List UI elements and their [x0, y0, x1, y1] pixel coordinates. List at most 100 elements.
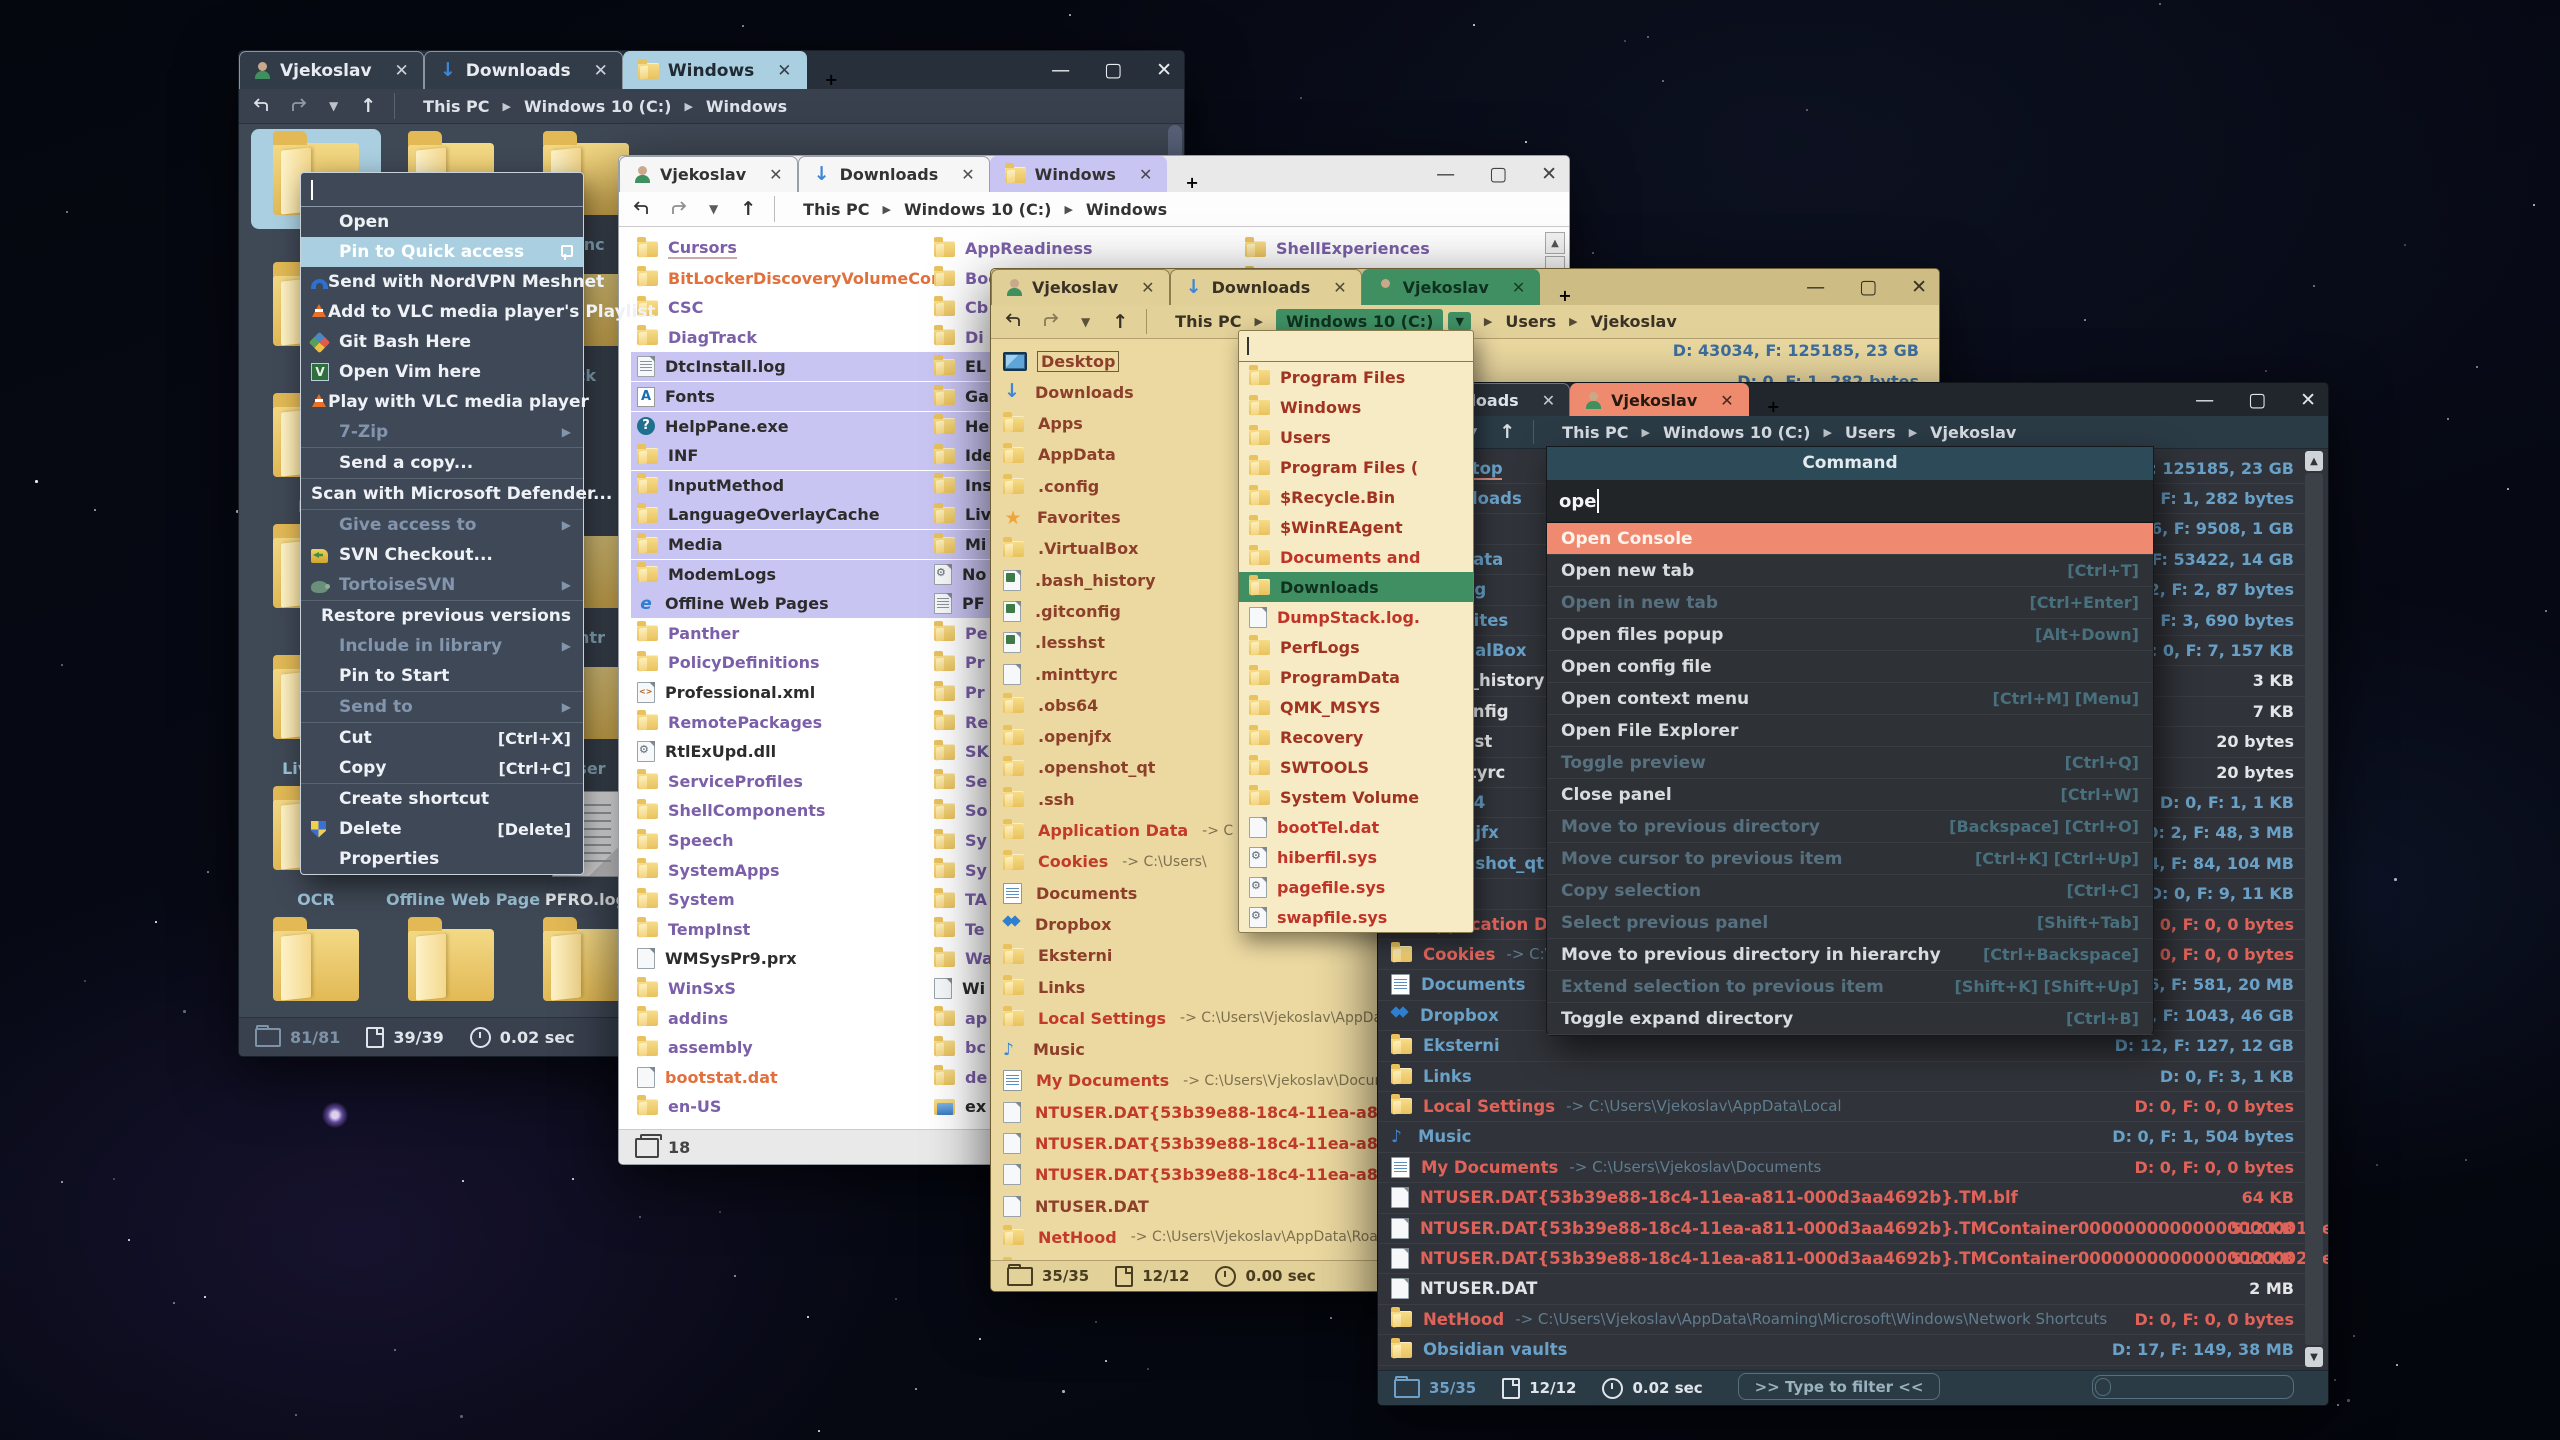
- tab-vjekoslav[interactable]: Vjekoslav✕: [1362, 269, 1541, 305]
- file-row-remotepackages[interactable]: RemotePackages: [631, 708, 937, 737]
- tab-vjekoslav[interactable]: Vjekoslav✕: [1570, 383, 1749, 416]
- file-row-addins[interactable]: addins: [631, 1004, 937, 1033]
- menu-item-tortoisesvn[interactable]: TortoiseSVN▶: [301, 570, 583, 600]
- menu-item-play-with-vlc-media-player[interactable]: Play with VLC media player: [301, 387, 583, 417]
- forward-icon[interactable]: [1043, 312, 1059, 331]
- command-item-open-files-popup[interactable]: Open files popup[Alt+Down]: [1547, 619, 2153, 651]
- dropdown-item-hiberfil-sys[interactable]: hiberfil.sys: [1239, 842, 1473, 872]
- file-row-rtlexupd-dll[interactable]: RtlExUpd.dll: [631, 737, 937, 766]
- menu-item-svn-checkout[interactable]: SVN Checkout...: [301, 540, 583, 570]
- menu-item-restore-previous-versions[interactable]: Restore previous versions: [301, 601, 583, 631]
- command-item-open-new-tab[interactable]: Open new tab[Ctrl+T]: [1547, 555, 2153, 587]
- tab-close-icon[interactable]: ✕: [395, 61, 409, 81]
- file-row-ntuser-dat[interactable]: NTUSER.DAT: [999, 1191, 1381, 1221]
- menu-item-open-vim-here[interactable]: Open Vim here: [301, 357, 583, 387]
- close-button[interactable]: ✕: [1911, 276, 1927, 298]
- minimize-button[interactable]: —: [1051, 59, 1070, 81]
- up-icon[interactable]: ↑: [1112, 311, 1128, 333]
- dropdown-item-system-volume[interactable]: System Volume: [1239, 782, 1473, 812]
- command-item-extend-selection-to-previous-item[interactable]: Extend selection to previous item[Shift+…: [1547, 971, 2153, 1003]
- command-item-copy-selection[interactable]: Copy selection[Ctrl+C]: [1547, 875, 2153, 907]
- minimize-button[interactable]: —: [1806, 276, 1825, 298]
- file-row-system[interactable]: System: [631, 885, 937, 914]
- menu-item-send-a-copy[interactable]: Send a copy...: [301, 448, 583, 478]
- breadcrumb-item[interactable]: Windows 10 (C:): [1663, 423, 1810, 442]
- file-row-panther[interactable]: Panther: [631, 619, 937, 648]
- breadcrumb-item[interactable]: Vjekoslav: [1591, 312, 1677, 331]
- type-to-filter-button[interactable]: >> Type to filter <<: [1738, 1373, 1940, 1400]
- command-item-toggle-preview[interactable]: Toggle preview[Ctrl+Q]: [1547, 747, 2153, 779]
- menu-item-pin-to-quick-access[interactable]: Pin to Quick access: [301, 237, 583, 267]
- breadcrumb-item[interactable]: This PC: [1562, 423, 1628, 442]
- command-item-move-to-previous-directory[interactable]: Move to previous directory[Backspace] [C…: [1547, 811, 2153, 843]
- file-row-assembly[interactable]: assembly: [631, 1033, 937, 1062]
- back-icon[interactable]: [1005, 312, 1021, 331]
- file-tile[interactable]: Prefetch: [386, 915, 516, 1018]
- command-item-open-in-new-tab[interactable]: Open in new tab[Ctrl+Enter]: [1547, 587, 2153, 619]
- dropdown-filter-input[interactable]: [1239, 331, 1473, 362]
- menu-item-add-to-vlc-media-player-s-playlist[interactable]: Add to VLC media player's Playlist: [301, 297, 583, 327]
- breadcrumb-item[interactable]: Users: [1845, 423, 1896, 442]
- menu-item-git-bash-here[interactable]: Git Bash Here: [301, 327, 583, 357]
- command-item-move-to-previous-directory-in-hierarchy[interactable]: Move to previous directory in hierarchy[…: [1547, 939, 2153, 971]
- scroll-up-button[interactable]: ▲: [2305, 451, 2323, 471]
- new-tab-button[interactable]: +: [1749, 397, 1798, 416]
- tab-close-icon[interactable]: ✕: [594, 61, 608, 81]
- file-row-serviceprofiles[interactable]: ServiceProfiles: [631, 767, 937, 796]
- breadcrumb-item[interactable]: Windows: [706, 97, 787, 116]
- dropdown-item-recovery[interactable]: Recovery: [1239, 722, 1473, 752]
- breadcrumb-dropdown-icon[interactable]: ▼: [1448, 312, 1470, 331]
- tab-downloads[interactable]: Downloads✕: [798, 156, 990, 192]
- breadcrumb-item[interactable]: This PC: [803, 200, 869, 219]
- tab-close-icon[interactable]: ✕: [1333, 278, 1346, 297]
- breadcrumb-item[interactable]: Vjekoslav: [1930, 423, 2016, 442]
- menu-item-include-in-library[interactable]: Include in library▶: [301, 631, 583, 661]
- back-icon[interactable]: [253, 97, 269, 116]
- dropdown-item-program-files[interactable]: Program Files: [1239, 362, 1473, 392]
- file-row-csc[interactable]: CSC: [631, 293, 937, 322]
- maximize-button[interactable]: ▢: [1489, 163, 1507, 185]
- file-row-shellcomponents[interactable]: ShellComponents: [631, 796, 937, 825]
- file-row-offline-web-pages[interactable]: Offline Web Pages: [631, 589, 937, 618]
- file-row-winsxs[interactable]: WinSxS: [631, 974, 937, 1003]
- command-item-move-cursor-to-previous-item[interactable]: Move cursor to previous item[Ctrl+K] [Ct…: [1547, 843, 2153, 875]
- file-row-policydefinitions[interactable]: PolicyDefinitions: [631, 648, 937, 677]
- menu-item-send-with-nordvpn-meshnet[interactable]: Send with NordVPN Meshnet: [301, 267, 583, 297]
- file-row-fonts[interactable]: Fonts: [631, 382, 937, 411]
- tab-close-icon[interactable]: ✕: [961, 165, 974, 184]
- file-row-ntuser-dat-53b39e88-18c4-11ea-a811-000d3[interactable]: NTUSER.DAT{53b39e88-18c4-11ea-a811-000d3…: [999, 1160, 1381, 1190]
- menu-item-scan-with-microsoft-defender[interactable]: Scan with Microsoft Defender...: [301, 479, 583, 509]
- forward-icon[interactable]: [291, 97, 307, 116]
- file-row-modemlogs[interactable]: ModemLogs: [631, 560, 937, 589]
- new-tab-button[interactable]: +: [1540, 286, 1589, 305]
- file-tile[interactable]: PolicyDefinitions: [251, 915, 381, 1018]
- maximize-button[interactable]: ▢: [2248, 389, 2266, 411]
- dropdown-item-downloads[interactable]: Downloads: [1239, 572, 1473, 602]
- breadcrumb-item[interactable]: Windows 10 (C:): [524, 97, 671, 116]
- file-row-diagtrack[interactable]: DiagTrack: [631, 323, 937, 352]
- up-icon[interactable]: ↑: [740, 198, 756, 220]
- dropdown-item--recycle-bin[interactable]: $Recycle.Bin: [1239, 482, 1473, 512]
- tab-windows[interactable]: Windows✕: [990, 156, 1168, 192]
- dropdown-item-pagefile-sys[interactable]: pagefile.sys: [1239, 872, 1473, 902]
- new-tab-button[interactable]: +: [1167, 173, 1216, 192]
- command-input[interactable]: ope: [1547, 480, 2153, 523]
- up-icon[interactable]: ↑: [360, 95, 376, 117]
- tab-vjekoslav[interactable]: Vjekoslav✕: [991, 269, 1170, 305]
- file-row-inf[interactable]: INF: [631, 441, 937, 470]
- close-button[interactable]: ✕: [1156, 59, 1172, 81]
- file-row-ntuser-dat-53b39e88-18c4-11ea-a811-000d3[interactable]: NTUSER.DAT{53b39e88-18c4-11ea-a811-000d3…: [999, 1097, 1381, 1127]
- dropdown-item-boottel-dat[interactable]: bootTel.dat: [1239, 812, 1473, 842]
- file-row-eksterni[interactable]: Eksterni: [999, 941, 1381, 971]
- file-row-music[interactable]: Music: [999, 1035, 1381, 1065]
- menu-item-delete[interactable]: Delete[Delete]: [301, 814, 583, 844]
- tab-close-icon[interactable]: ✕: [769, 165, 782, 184]
- file-row-cursors[interactable]: Cursors: [631, 234, 937, 263]
- forward-icon[interactable]: [671, 200, 687, 219]
- menu-item-open[interactable]: Open: [301, 207, 583, 237]
- history-dropdown-icon[interactable]: ▼: [329, 99, 338, 113]
- tab-close-icon[interactable]: ✕: [1720, 391, 1733, 410]
- file-row-professional-xml[interactable]: Professional.xml: [631, 678, 937, 707]
- file-row-bitlockerdiscoveryvolumecontents[interactable]: BitLockerDiscoveryVolumeContents: [631, 264, 937, 293]
- file-row-languageoverlaycache[interactable]: LanguageOverlayCache: [631, 500, 937, 529]
